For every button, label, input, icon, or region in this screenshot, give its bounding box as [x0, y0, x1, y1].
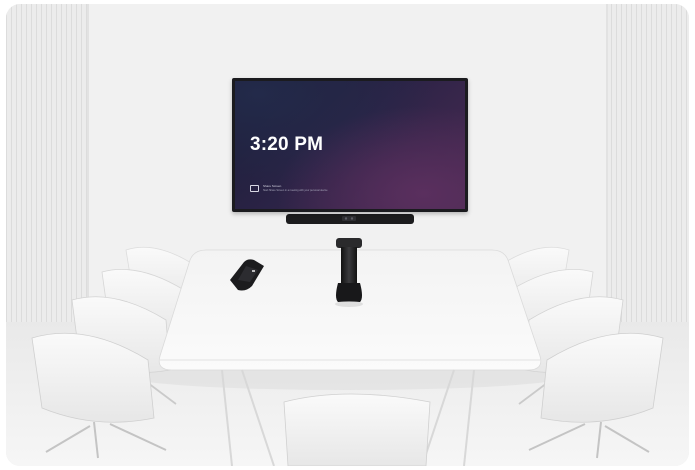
display-clock: 3:20 PM — [250, 134, 324, 155]
share-screen-hint: Share Screen Start Share Screen in a mee… — [250, 185, 327, 192]
share-screen-hint-title: Share Screen — [263, 184, 282, 188]
wall-display: 3:20 PM Share Screen Start Share Screen … — [232, 78, 468, 212]
display-screen: 3:20 PM Share Screen Start Share Screen … — [235, 81, 465, 209]
camera-lens — [342, 216, 356, 221]
share-screen-hint-text: Share Screen Start Share Screen in a mee… — [263, 184, 328, 193]
conference-room-scene — [6, 4, 689, 466]
chair-foreground-center — [283, 393, 431, 466]
right-wall-panel — [607, 4, 689, 334]
left-wall-panel — [6, 4, 88, 334]
share-screen-icon — [250, 185, 259, 192]
share-screen-hint-subtitle: Start Share Screen in a meeting with you… — [263, 189, 328, 192]
photo-frame: 3:20 PM Share Screen Start Share Screen … — [6, 4, 689, 466]
